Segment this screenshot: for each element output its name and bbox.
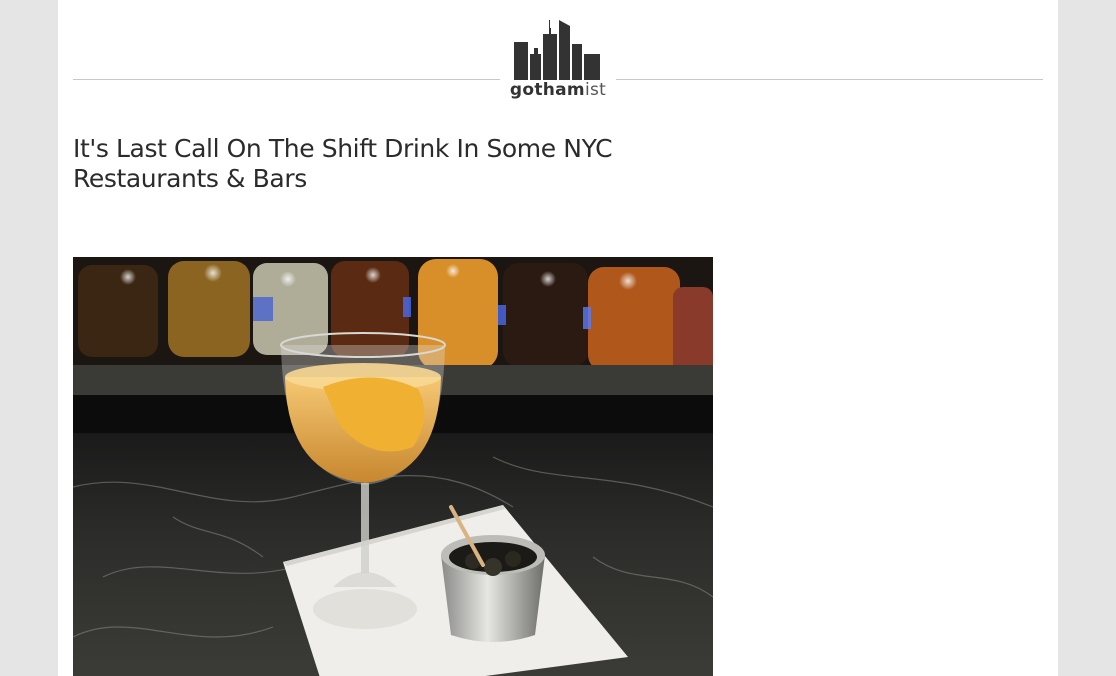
brand-name-light: ist xyxy=(584,80,607,100)
brand-name-bold: gotham xyxy=(509,80,585,100)
city-skyline-icon xyxy=(514,20,600,80)
header-divider-left xyxy=(73,79,500,80)
brand-wordmark: gothamist xyxy=(500,80,616,100)
gothamist-logo[interactable]: gothamist xyxy=(500,12,616,108)
page-container: gothamist It's Last Call On The Shift Dr… xyxy=(58,0,1058,676)
article-headline[interactable]: It's Last Call On The Shift Drink In Som… xyxy=(73,134,723,194)
header-divider-right xyxy=(616,79,1043,80)
article-hero-image[interactable] xyxy=(73,257,713,676)
